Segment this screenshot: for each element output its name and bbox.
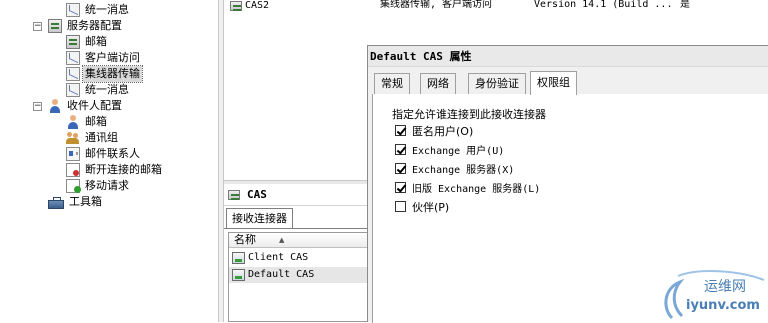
connector-row-client-cas[interactable]: Client CAS xyxy=(229,250,367,266)
navigation-tree: 统一消息 − 服务器配置 邮箱 客户端访问 集线器传输 统一消息 − 收件人配置… xyxy=(0,0,218,322)
mailbox-icon xyxy=(66,115,80,129)
collapse-recipient-config-button[interactable]: − xyxy=(33,102,42,111)
checkbox-label: Exchange 用户(U) xyxy=(412,146,505,157)
checkbox-label: 匿名用户(O) xyxy=(412,124,474,138)
unified-messaging-icon xyxy=(66,83,80,97)
tree-item-label: 统一消息 xyxy=(85,3,129,16)
permission-description: 指定允许谁连接到此接收连接器 xyxy=(392,108,546,121)
server-role-cell: 集线器传输, 客户端访问 xyxy=(380,0,493,10)
tree-item-toolbox[interactable]: 工具箱 xyxy=(48,194,104,210)
checkbox-exchange-users[interactable]: Exchange 用户(U) xyxy=(395,142,504,157)
tree-item-label: 收件人配置 xyxy=(67,99,122,112)
column-header-name[interactable]: 名称 ▲ xyxy=(229,233,367,248)
tree-item-unified-messaging[interactable]: 统一消息 xyxy=(66,82,131,98)
contact-card-icon xyxy=(66,147,80,161)
disconnected-mailbox-icon xyxy=(66,163,80,177)
dialog-title[interactable]: Default CAS 属性 xyxy=(368,46,768,67)
mailbox-icon xyxy=(66,35,80,49)
watermark-text-cn: 运维网 xyxy=(704,279,746,295)
sort-ascending-icon: ▲ xyxy=(279,236,285,244)
checkbox-partners[interactable]: 伙伴(P) xyxy=(395,199,449,214)
tree-item-label: 邮箱 xyxy=(85,35,107,48)
tab-general[interactable]: 常规 xyxy=(374,73,410,94)
tree-item-unified-messaging-top[interactable]: 统一消息 xyxy=(66,2,131,18)
tree-item-label: 断开连接的邮箱 xyxy=(85,163,162,176)
server-icon xyxy=(48,19,62,33)
column-header-label: 名称 xyxy=(234,233,256,246)
tree-item-label: 邮箱 xyxy=(85,115,107,128)
checkbox-box[interactable] xyxy=(395,144,406,155)
mail-icon xyxy=(66,3,80,17)
tab-network[interactable]: 网络 xyxy=(420,73,456,94)
server-icon xyxy=(228,189,240,200)
tree-item-server-mailbox[interactable]: 邮箱 xyxy=(66,34,109,50)
checkbox-anonymous-users[interactable]: 匿名用户(O) xyxy=(395,123,473,138)
checkbox-box[interactable] xyxy=(395,182,406,193)
tab-permission-groups[interactable]: 权限组 xyxy=(530,71,577,95)
server-version-cell: Version 14.1 (Build ... xyxy=(534,0,673,10)
tree-item-move-request[interactable]: 移动请求 xyxy=(66,178,131,194)
tree-item-label: 客户端访问 xyxy=(85,51,140,64)
server-name: CAS2 xyxy=(245,0,270,11)
checkbox-box[interactable] xyxy=(395,125,406,136)
group-icon xyxy=(66,131,80,145)
toolbox-icon xyxy=(48,196,64,209)
tree-item-distribution-group[interactable]: 通讯组 xyxy=(66,130,120,146)
tree-item-recipient-mailbox[interactable]: 邮箱 xyxy=(66,114,109,130)
watermark-logo: 运维网 iyunv.com xyxy=(658,268,768,322)
connector-icon xyxy=(232,269,245,281)
cas-title: CAS xyxy=(247,188,267,201)
checkbox-label: 伙伴(P) xyxy=(412,200,450,214)
collapse-server-config-button[interactable]: − xyxy=(33,22,42,31)
move-request-icon xyxy=(66,179,81,193)
tab-authentication[interactable]: 身份验证 xyxy=(468,73,526,94)
connector-name: Default CAS xyxy=(248,269,315,280)
tree-item-label: 邮件联系人 xyxy=(85,147,140,160)
tree-item-label: 移动请求 xyxy=(85,179,129,192)
connector-row-default-cas[interactable]: Default CAS xyxy=(229,267,367,283)
tree-item-label: 集线器传输 xyxy=(82,65,143,83)
watermark-text-url: iyunv.com xyxy=(686,298,760,313)
checkbox-label: Exchange 服务器(X) xyxy=(412,165,515,176)
checkbox-box[interactable] xyxy=(395,163,406,174)
server-flag-cell: 是 xyxy=(680,0,690,10)
tree-item-label: 通讯组 xyxy=(85,131,118,144)
server-row[interactable]: CAS2 xyxy=(230,0,269,12)
checkbox-label: 旧版 Exchange 服务器(L) xyxy=(412,184,541,195)
connector-icon xyxy=(232,252,245,264)
connector-list: 名称 ▲ Client CAS Default CAS xyxy=(228,232,368,322)
checkbox-legacy-exchange-servers[interactable]: 旧版 Exchange 服务器(L) xyxy=(395,180,540,195)
tab-receive-connectors[interactable]: 接收连接器 xyxy=(226,208,293,229)
tree-item-label: 工具箱 xyxy=(69,195,102,208)
tree-item-label: 统一消息 xyxy=(85,83,129,96)
checkbox-box[interactable] xyxy=(395,201,406,212)
tree-item-server-config[interactable]: 服务器配置 xyxy=(48,18,124,34)
tree-item-mail-contact[interactable]: 邮件联系人 xyxy=(66,146,142,162)
server-icon xyxy=(230,1,242,11)
tree-item-client-access[interactable]: 客户端访问 xyxy=(66,50,142,66)
tree-item-label: 服务器配置 xyxy=(67,19,122,32)
tree-item-disconnected-mailbox[interactable]: 断开连接的邮箱 xyxy=(66,162,164,178)
person-icon xyxy=(48,99,62,113)
tree-item-recipient-config[interactable]: 收件人配置 xyxy=(48,98,124,114)
client-access-icon xyxy=(66,51,80,65)
connector-name: Client CAS xyxy=(248,252,309,263)
hub-transport-icon xyxy=(66,67,80,81)
tree-item-hub-transport[interactable]: 集线器传输 xyxy=(66,65,143,83)
checkbox-exchange-servers[interactable]: Exchange 服务器(X) xyxy=(395,161,514,176)
